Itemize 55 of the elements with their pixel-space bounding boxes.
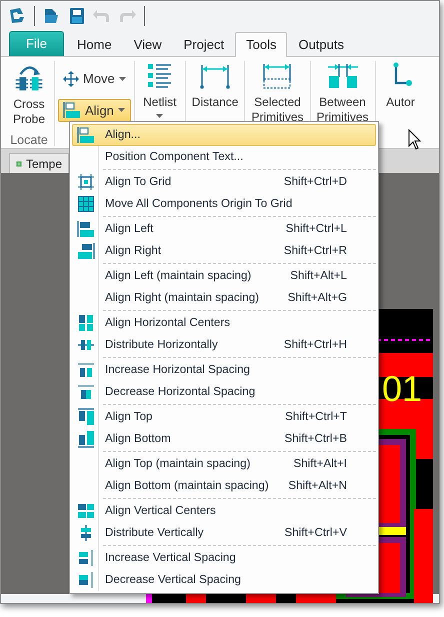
between-primitives-icon	[326, 61, 360, 91]
menu-item[interactable]: Align Bottom (maintain spacing) Shift+Alt+N	[72, 475, 376, 497]
ribbon-button[interactable]: Netlist	[138, 61, 182, 118]
menu-item[interactable]: Align Bottom Shift+Ctrl+B	[72, 428, 376, 450]
ribbon-tab[interactable]: Project	[172, 32, 236, 57]
menu-item[interactable]: Distribute Vertically Shift+Ctrl+V	[72, 522, 376, 544]
align-icon	[77, 126, 95, 144]
menu-item[interactable]: Align Left (maintain spacing) Shift+Alt+L	[72, 265, 376, 287]
menu-item[interactable]: Move All Components Origin To Grid	[72, 193, 376, 215]
ribbon-button[interactable]: Between Primitives	[314, 61, 372, 127]
align-top-icon	[77, 408, 95, 426]
ribbon-tab[interactable]: Home	[66, 32, 123, 57]
menu-item[interactable]: Align Horizontal Centers	[72, 312, 376, 334]
align-button[interactable]: Align	[58, 98, 131, 122]
ribbon-button[interactable]: Cross Probe	[7, 61, 51, 127]
grid-icon	[77, 195, 95, 213]
align-centers-icon	[77, 314, 95, 332]
designator-label: 01	[382, 368, 422, 409]
ribbon-tab[interactable]: Tools	[235, 32, 288, 57]
spacing-icon	[77, 571, 95, 589]
menu-item[interactable]: Align Left Shift+Ctrl+L	[72, 218, 376, 240]
spacing-icon	[77, 361, 95, 379]
menu-item[interactable]: Align Right Shift+Ctrl+R	[72, 240, 376, 262]
caret-icon	[118, 108, 125, 112]
menu-item[interactable]: Position Component Text...	[72, 146, 376, 168]
save-icon[interactable]	[67, 6, 87, 26]
ribbon-button[interactable]: Autor	[378, 61, 423, 110]
move-button[interactable]: Move	[58, 67, 131, 90]
group-label: Locate	[10, 132, 48, 149]
app-logo-icon[interactable]	[7, 6, 27, 26]
ribbon-tab[interactable]: Outputs	[287, 32, 355, 57]
menu-item[interactable]: Align To Grid Shift+Ctrl+D	[72, 171, 376, 193]
align-right-icon	[77, 242, 95, 260]
menu-item[interactable]: Align Top (maintain spacing) Shift+Alt+I	[72, 453, 376, 475]
menu-item[interactable]: Decrease Vertical Spacing	[72, 569, 376, 591]
align-left-icon	[77, 220, 95, 238]
caret-icon	[118, 76, 126, 81]
move-icon	[63, 70, 79, 87]
menu-item[interactable]: Increase Horizontal Spacing	[72, 359, 376, 381]
ribbon-tab[interactable]: View	[122, 32, 173, 57]
menu-item[interactable]: Decrease Horizontal Spacing	[72, 381, 376, 403]
menu-item[interactable]: Align...	[72, 124, 376, 146]
align-icon	[63, 101, 81, 120]
spacing-icon	[77, 383, 95, 401]
ribbon-button[interactable]: Distance	[188, 61, 242, 110]
align-centers-icon	[77, 502, 95, 520]
menu-item[interactable]: Align Top Shift+Ctrl+T	[72, 406, 376, 428]
align-bottom-icon	[77, 430, 95, 448]
ribbon-button[interactable]: Selected Primitives	[248, 61, 306, 127]
menu-item[interactable]: Align Vertical Centers	[72, 500, 376, 522]
spacing-icon	[77, 549, 95, 567]
grid-snap-icon	[77, 173, 95, 191]
menu-item[interactable]: Align Right (maintain spacing) Shift+Alt+G	[72, 287, 376, 309]
menu-item[interactable]: Increase Vertical Spacing	[72, 547, 376, 569]
menu-item[interactable]: Distribute Horizontally Shift+Ctrl+H	[72, 334, 376, 356]
